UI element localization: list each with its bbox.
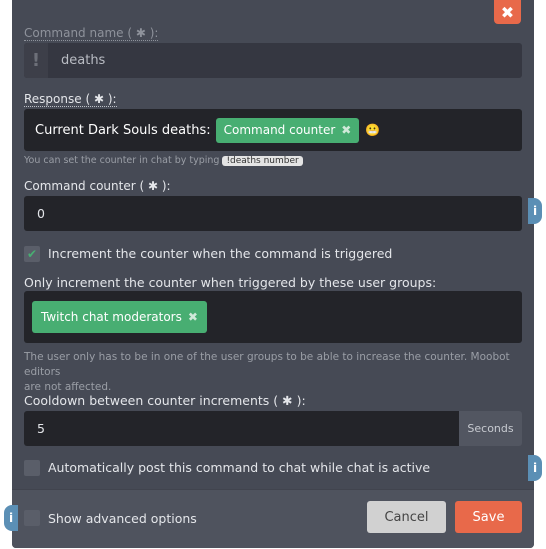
advanced-options-label: Show advanced options [48, 511, 197, 526]
grimace-emoji: 😬 [365, 123, 381, 137]
check-icon: ✔ [26, 247, 38, 261]
cooldown-label: Cooldown between counter increments ( ✱ … [24, 393, 306, 408]
response-label: Response ( ✱ ): [24, 92, 117, 107]
groups-label: Only increment the counter when triggere… [24, 275, 437, 290]
response-input[interactable]: Current Dark Souls deaths: Command count… [24, 109, 522, 151]
increment-label: Increment the counter when the command i… [48, 246, 393, 261]
counter-label: Command counter ( ✱ ): [24, 179, 171, 193]
close-button[interactable]: ✖ [494, 0, 521, 24]
user-groups-input[interactable]: Twitch chat moderators ✖ [24, 291, 522, 343]
command-name-label: Command name ( ✱ ): [24, 26, 159, 41]
cooldown-value: 5 [37, 421, 45, 436]
counter-input[interactable]: 0 [24, 196, 522, 231]
cooldown-input[interactable]: 5 [24, 411, 459, 446]
twitch-moderators-tag: Twitch chat moderators ✖ [32, 301, 207, 333]
command-name-field[interactable]: ! deaths [24, 43, 522, 78]
counter-value: 0 [37, 206, 45, 221]
response-hint: You can set the counter in chat by typin… [24, 155, 303, 166]
remove-tag-icon[interactable]: ✖ [341, 123, 351, 137]
advanced-options-checkbox[interactable] [24, 510, 40, 526]
seconds-addon: Seconds [459, 411, 522, 446]
info-icon[interactable]: i [4, 505, 18, 531]
cancel-button[interactable]: Cancel [367, 501, 446, 533]
close-icon: ✖ [500, 2, 515, 22]
command-counter-tag: Command counter ✖ [215, 117, 360, 143]
command-name-value: deaths [61, 53, 106, 68]
response-text: Current Dark Souls deaths: [35, 122, 211, 138]
autopost-checkbox[interactable] [24, 460, 40, 476]
tag-label: Twitch chat moderators [41, 310, 182, 324]
tag-label: Command counter [223, 123, 336, 137]
groups-help: The user only has to be in one of the us… [24, 351, 510, 393]
autopost-label: Automatically post this command to chat … [48, 460, 431, 475]
info-icon[interactable]: i [528, 198, 542, 224]
info-icon[interactable]: i [528, 455, 542, 481]
hint-code: !deaths number [222, 156, 303, 166]
increment-checkbox[interactable]: ✔ [24, 246, 40, 262]
remove-tag-icon[interactable]: ✖ [188, 310, 198, 324]
exclamation-prefix: ! [24, 43, 48, 78]
save-button[interactable]: Save [455, 501, 522, 533]
